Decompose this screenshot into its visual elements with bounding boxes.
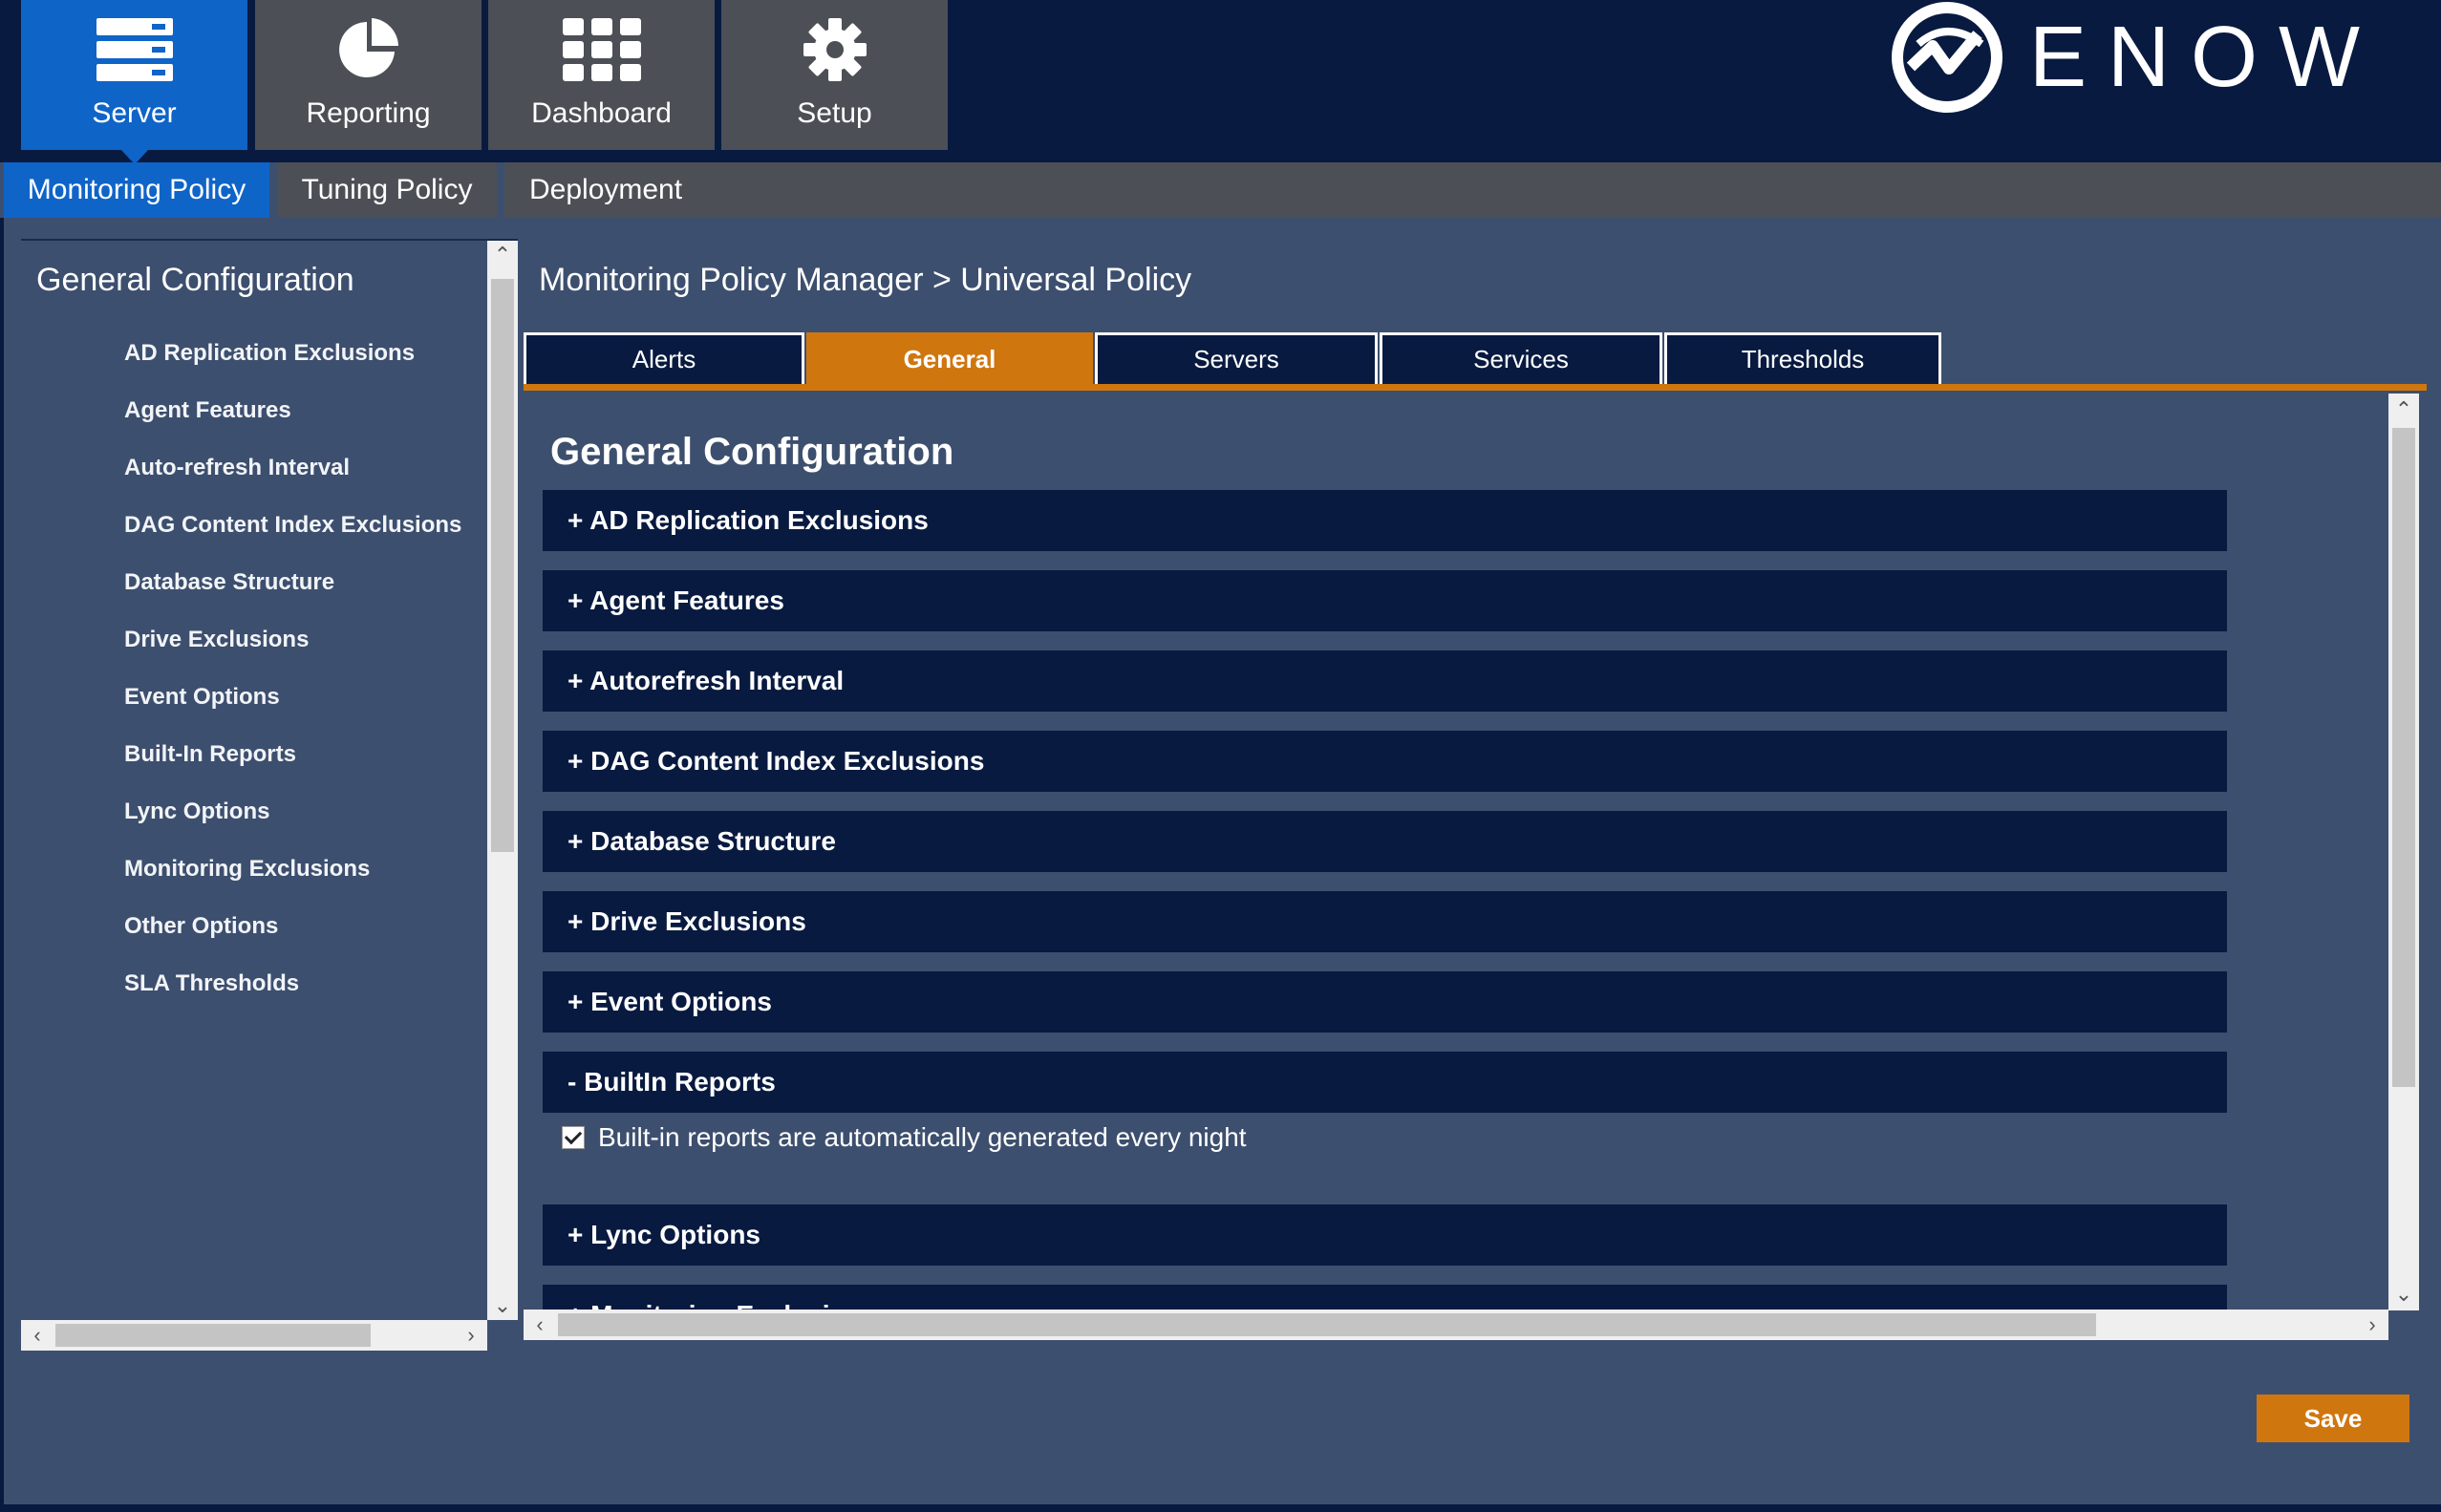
sidebar-item-auto-refresh[interactable]: Auto-refresh Interval: [124, 455, 350, 481]
nav-tile-setup[interactable]: Setup: [721, 0, 948, 150]
nav-tile-label: Dashboard: [531, 97, 672, 129]
section-dag-content-index-exclusions[interactable]: + DAG Content Index Exclusions: [543, 731, 2227, 792]
sub-tab-bar: Monitoring Policy Tuning Policy Deployme…: [0, 162, 2441, 218]
nav-tile-label: Reporting: [306, 97, 431, 129]
tab-services[interactable]: Services: [1380, 332, 1662, 384]
tab-underline: [524, 384, 2427, 391]
nav-tile-label: Server: [92, 97, 177, 129]
sidebar-horizontal-scrollbar[interactable]: ‹ ›: [21, 1320, 487, 1351]
section-autorefresh-interval[interactable]: + Autorefresh Interval: [543, 650, 2227, 712]
nav-tile-label: Setup: [797, 97, 872, 129]
subtab-deployment[interactable]: Deployment: [504, 162, 2441, 218]
section-drive-exclusions[interactable]: + Drive Exclusions: [543, 891, 2227, 952]
sidebar-item-ad-replication[interactable]: AD Replication Exclusions: [124, 340, 415, 367]
sidebar-item-database-structure[interactable]: Database Structure: [124, 569, 334, 596]
tab-general[interactable]: General: [806, 332, 1093, 384]
enow-logo-mark-icon: [1892, 2, 2002, 113]
sidebar-item-lync-options[interactable]: Lync Options: [124, 799, 269, 825]
section-monitoring-exclusions[interactable]: + Monitoring Exclusions: [543, 1285, 2227, 1310]
sidebar-item-event-options[interactable]: Event Options: [124, 684, 280, 711]
scroll-down-arrow-icon[interactable]: ⌄: [2391, 1282, 2416, 1307]
scrollbar-thumb[interactable]: [55, 1324, 371, 1347]
scroll-up-arrow-icon[interactable]: ⌃: [2391, 397, 2416, 422]
main-panel: Monitoring Policy Manager > Universal Po…: [524, 239, 2427, 1350]
sidebar-item-other-options[interactable]: Other Options: [124, 913, 278, 940]
general-config-content: General Configuration + AD Replication E…: [524, 391, 2388, 1310]
checkbox-label: Built-in reports are automatically gener…: [598, 1122, 1247, 1152]
nav-tile-server[interactable]: Server: [21, 0, 247, 150]
frame-border: [0, 218, 4, 1512]
pie-chart-icon: [335, 13, 402, 86]
logo-wordmark: ENOW: [2029, 9, 2381, 105]
scrollbar-thumb[interactable]: [2392, 428, 2415, 1087]
frame-border: [0, 1504, 2441, 1512]
gear-icon: [802, 13, 868, 86]
nav-tile-reporting[interactable]: Reporting: [255, 0, 482, 150]
enow-logo: ENOW: [1890, 0, 2381, 115]
scrollbar-thumb[interactable]: [491, 279, 514, 852]
sidebar-item-dag-content[interactable]: DAG Content Index Exclusions: [124, 512, 461, 539]
builtin-reports-option: Built-in reports are automatically gener…: [562, 1122, 1247, 1153]
content-horizontal-scrollbar[interactable]: ‹ ›: [524, 1310, 2388, 1340]
scroll-right-arrow-icon[interactable]: ›: [459, 1323, 483, 1348]
save-button[interactable]: Save: [2257, 1395, 2409, 1442]
top-header: Server Reporting Dashboard Setup ENOW: [0, 0, 2441, 162]
sidebar-title: General Configuration: [36, 262, 354, 298]
tab-servers[interactable]: Servers: [1095, 332, 1378, 384]
section-lync-options[interactable]: + Lync Options: [543, 1204, 2227, 1266]
sidebar: General Configuration AD Replication Exc…: [21, 239, 518, 1351]
sidebar-item-drive-exclusions[interactable]: Drive Exclusions: [124, 627, 309, 653]
section-builtin-reports[interactable]: - BuiltIn Reports: [543, 1052, 2227, 1113]
breadcrumb: Monitoring Policy Manager > Universal Po…: [539, 262, 1192, 298]
scroll-left-arrow-icon[interactable]: ‹: [25, 1323, 50, 1348]
tab-alerts[interactable]: Alerts: [524, 332, 804, 384]
section-event-options[interactable]: + Event Options: [543, 971, 2227, 1033]
section-database-structure[interactable]: + Database Structure: [543, 811, 2227, 872]
sidebar-vertical-scrollbar[interactable]: ⌃ ⌄: [487, 241, 518, 1320]
scrollbar-thumb[interactable]: [558, 1313, 2096, 1336]
server-icon: [95, 13, 175, 86]
content-vertical-scrollbar[interactable]: ⌃ ⌄: [2388, 394, 2419, 1310]
sidebar-item-built-in-reports[interactable]: Built-In Reports: [124, 741, 296, 768]
section-ad-replication-exclusions[interactable]: + AD Replication Exclusions: [543, 490, 2227, 551]
grid-icon: [562, 13, 641, 86]
scroll-right-arrow-icon[interactable]: ›: [2360, 1312, 2385, 1337]
scroll-left-arrow-icon[interactable]: ‹: [527, 1312, 552, 1337]
tab-thresholds[interactable]: Thresholds: [1664, 332, 1941, 384]
scroll-up-arrow-icon[interactable]: ⌃: [490, 243, 515, 267]
scroll-down-arrow-icon[interactable]: ⌄: [490, 1293, 515, 1318]
builtin-reports-checkbox[interactable]: [562, 1126, 585, 1149]
sidebar-item-sla-thresholds[interactable]: SLA Thresholds: [124, 970, 299, 997]
subtab-monitoring-policy[interactable]: Monitoring Policy: [4, 162, 269, 218]
section-heading: General Configuration: [550, 431, 954, 473]
sidebar-item-agent-features[interactable]: Agent Features: [124, 397, 291, 424]
nav-tile-dashboard[interactable]: Dashboard: [488, 0, 715, 150]
subtab-tuning-policy[interactable]: Tuning Policy: [277, 162, 497, 218]
sidebar-item-monitoring-exclusions[interactable]: Monitoring Exclusions: [124, 856, 370, 883]
section-agent-features[interactable]: + Agent Features: [543, 570, 2227, 631]
